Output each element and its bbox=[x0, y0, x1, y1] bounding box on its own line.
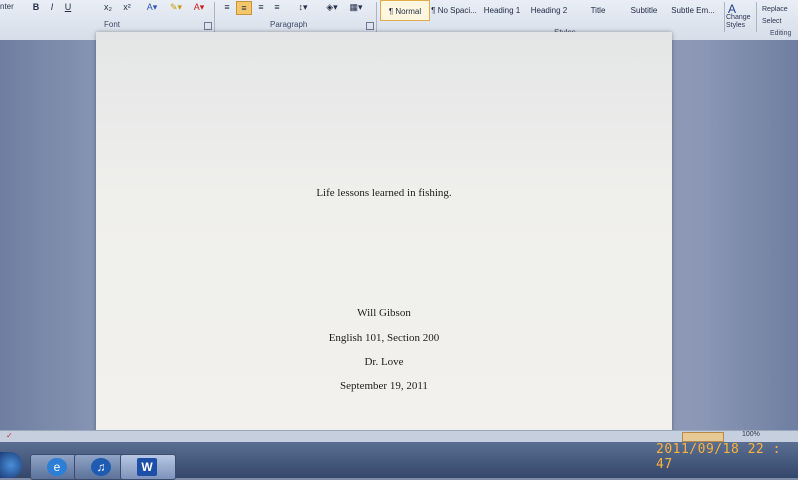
highlight-icon[interactable]: ✎▾ bbox=[166, 1, 186, 13]
document-instructor: Dr. Love bbox=[364, 356, 404, 368]
separator bbox=[376, 2, 377, 32]
style-no-spacing[interactable]: ¶ No Spaci... bbox=[430, 0, 478, 19]
align-right-icon[interactable]: ≡ bbox=[254, 1, 268, 13]
text-effects-icon[interactable]: A▾ bbox=[142, 1, 162, 13]
align-center-icon[interactable]: ≡ bbox=[236, 1, 252, 15]
subscript-button[interactable]: x₂ bbox=[100, 1, 116, 13]
paragraph-group-label: Paragraph bbox=[270, 20, 308, 29]
style-title[interactable]: Title bbox=[576, 0, 620, 19]
justify-icon[interactable]: ≡ bbox=[270, 1, 284, 13]
line-spacing-icon[interactable]: ↕▾ bbox=[294, 1, 312, 13]
document-course: English 101, Section 200 bbox=[328, 332, 440, 344]
ribbon-left-clipped-label: nter bbox=[0, 2, 14, 11]
document-date: September 19, 2011 bbox=[340, 380, 428, 392]
shading-icon[interactable]: ◈▾ bbox=[322, 1, 342, 13]
document-page[interactable]: Life lessons learned in fishing. Will Gi… bbox=[96, 32, 672, 437]
italic-button[interactable]: I bbox=[46, 1, 58, 13]
zoom-level[interactable]: 100% bbox=[742, 431, 760, 438]
style-heading-1[interactable]: Heading 1 bbox=[480, 0, 524, 19]
select-button[interactable]: Select bbox=[762, 18, 781, 25]
media-player-icon: ♫ bbox=[91, 458, 111, 476]
superscript-button[interactable]: x² bbox=[120, 1, 134, 13]
view-buttons[interactable] bbox=[682, 432, 724, 442]
document-workspace[interactable]: Life lessons learned in fishing. Will Gi… bbox=[0, 32, 798, 440]
document-author: Will Gibson bbox=[357, 307, 411, 319]
style-heading-2[interactable]: Heading 2 bbox=[526, 0, 572, 19]
separator bbox=[756, 2, 757, 32]
style-normal[interactable]: ¶ Normal bbox=[380, 0, 430, 21]
align-left-icon[interactable]: ≡ bbox=[220, 1, 234, 13]
editing-group-label: Editing bbox=[770, 30, 792, 37]
internet-explorer-icon: e bbox=[47, 458, 67, 476]
font-color-icon[interactable]: A▾ bbox=[190, 1, 208, 13]
bold-button[interactable]: B bbox=[30, 1, 42, 13]
font-group-label: Font bbox=[104, 20, 121, 29]
replace-button[interactable]: Replace bbox=[762, 6, 788, 13]
word-icon: W bbox=[137, 458, 157, 476]
camera-timestamp: 2011/09/18 22 : 47 bbox=[656, 442, 781, 472]
change-styles-button[interactable]: Change Styles bbox=[726, 14, 756, 30]
separator bbox=[724, 2, 725, 32]
document-title: Life lessons learned in fishing. bbox=[316, 187, 452, 199]
taskbar-word[interactable]: W bbox=[120, 454, 176, 480]
start-button[interactable] bbox=[0, 452, 22, 478]
paragraph-dialog-launcher[interactable] bbox=[366, 22, 374, 30]
separator bbox=[214, 2, 215, 32]
font-dialog-launcher[interactable] bbox=[204, 22, 212, 30]
underline-button[interactable]: U bbox=[62, 1, 74, 13]
borders-icon[interactable]: ▦▾ bbox=[346, 1, 366, 13]
style-subtle-emphasis[interactable]: Subtle Em... bbox=[668, 0, 718, 19]
proofing-icon[interactable]: ✓ bbox=[6, 431, 13, 440]
style-subtitle[interactable]: Subtitle bbox=[622, 0, 666, 19]
